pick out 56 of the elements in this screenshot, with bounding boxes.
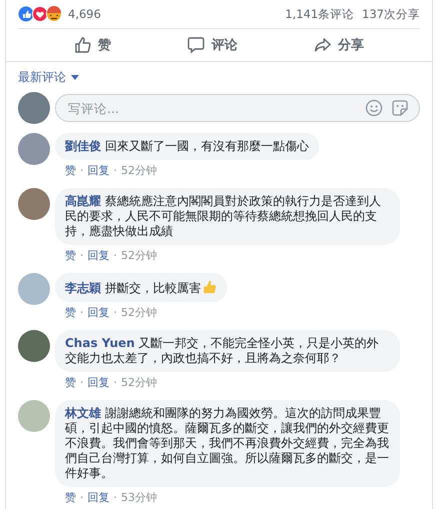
shares-count[interactable]: 137次分享 <box>362 6 420 22</box>
like-link[interactable]: 赞 <box>65 248 76 263</box>
sticker-icon[interactable] <box>391 99 409 117</box>
comment-text: Chas Yuen 又斷一邦交，不能完全怪小英，只是小英的外交能力也太差了，內政也搞不好，且將為之奈何耶？ <box>65 336 380 366</box>
comment-text: 劉佳俊 回來又斷了一國，有沒有那麼一點傷心 <box>65 139 309 154</box>
reply-link[interactable]: 回复 <box>88 163 110 178</box>
share-arrow-icon <box>314 36 332 54</box>
author-link[interactable]: 林文雄 <box>65 406 101 420</box>
separator-dot: · <box>114 376 117 389</box>
speech-bubble-icon <box>187 36 206 54</box>
caret-icon <box>71 75 79 80</box>
comment-time: 52分钟 <box>121 163 157 178</box>
share-button[interactable]: 分享 <box>308 32 370 58</box>
commenter-avatar[interactable] <box>18 188 50 220</box>
separator-dot: · <box>80 491 84 504</box>
reply-link[interactable]: 回复 <box>88 305 110 320</box>
separator-dot: · <box>80 376 84 389</box>
comment-time: 52分钟 <box>121 305 157 320</box>
like-button[interactable]: 赞 <box>68 32 118 58</box>
thumbs-up-icon <box>74 36 92 54</box>
separator-dot: · <box>80 164 84 177</box>
comments-count[interactable]: 1,141条评论 <box>285 6 354 22</box>
comment-bar[interactable]: 写评论... <box>55 94 420 122</box>
separator-dot: · <box>114 306 117 319</box>
separator-dot: · <box>114 249 117 262</box>
comment-text: 林文雄 謝謝總統和團隊的努力為國效勞。這次的訪問成果豐碩，引起中國的憤怒。薩爾瓦多的斷交，讓我們的外交經費更不浪費。我們會等到那天，我們不再浪費外交經費，完全為我們自己台灣打算，如何自立圖強。所以薩爾瓦多的斷交，是一件好事。 <box>65 406 390 481</box>
comment-time: 53分钟 <box>121 490 157 505</box>
reaction-count[interactable]: 4,696 <box>68 7 101 21</box>
comment-text: 李志穎 拼斷交，比較厲害 <box>65 279 217 296</box>
separator-dot: · <box>80 249 84 262</box>
reply-link[interactable]: 回复 <box>88 375 110 390</box>
sort-dropdown[interactable]: 最新评论 <box>18 69 79 86</box>
thumbs-up-emoji-icon <box>202 279 217 294</box>
separator-dot: · <box>80 306 84 319</box>
comment-button[interactable]: 评论 <box>181 32 244 58</box>
commenter-avatar[interactable] <box>18 133 50 165</box>
author-link[interactable]: Chas Yuen <box>65 336 135 350</box>
user-avatar <box>18 92 50 124</box>
reply-link[interactable]: 回复 <box>88 490 110 505</box>
author-link[interactable]: 李志穎 <box>65 281 101 295</box>
like-link[interactable]: 赞 <box>65 375 76 390</box>
comment-time: 52分钟 <box>121 248 157 263</box>
like-link[interactable]: 赞 <box>65 490 76 505</box>
separator-dot: · <box>114 491 117 504</box>
author-link[interactable]: 劉佳俊 <box>65 139 101 153</box>
comment-time: 52分钟 <box>121 375 157 390</box>
separator-dot: · <box>114 164 117 177</box>
reply-link[interactable]: 回复 <box>88 248 110 263</box>
comment-input-field[interactable]: 写评论... <box>66 100 357 116</box>
like-link[interactable]: 赞 <box>65 305 76 320</box>
author-link[interactable]: 高崑耀 <box>65 194 101 208</box>
like-link[interactable]: 赞 <box>65 163 76 178</box>
smiley-icon[interactable] <box>365 99 383 117</box>
comment-text: 高崑耀 蔡總統應注意內閣閣員對於政策的執行力是否達到人民的要求，人民不可能無限期的等待蔡總統想挽回人民的支持，應盡快做出成績 <box>65 194 382 239</box>
reaction-icons <box>18 6 62 22</box>
commenter-avatar[interactable] <box>18 330 50 362</box>
